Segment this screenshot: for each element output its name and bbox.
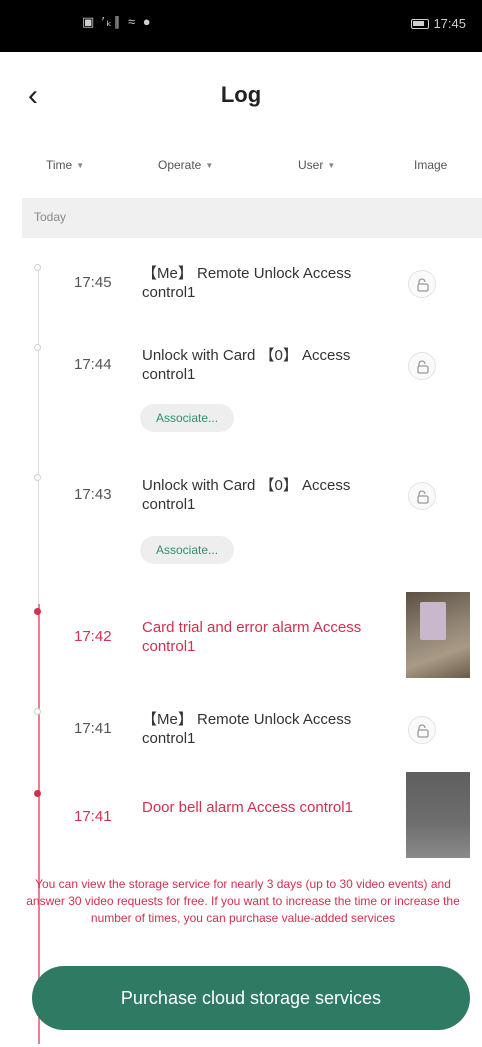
log-text: 【Me】 Remote Unlock Access control1 bbox=[142, 711, 352, 747]
alarm-dot bbox=[34, 608, 41, 615]
filter-bar: Time ▼ Operate ▼ User ▼ Image bbox=[0, 142, 482, 192]
log-item[interactable]: 17:44 Unlock with Card 【0】 Access contro… bbox=[22, 342, 482, 442]
log-time: 17:45 bbox=[74, 274, 112, 291]
filter-user-label: User bbox=[298, 158, 324, 172]
unlock-icon[interactable] bbox=[408, 482, 436, 510]
header: ‹ Log bbox=[0, 52, 482, 142]
associate-button[interactable]: Associate... bbox=[140, 536, 235, 564]
filter-image[interactable]: Image bbox=[414, 158, 447, 172]
status-right: 17:45 bbox=[411, 16, 466, 31]
log-text: 【Me】 Remote Unlock Access control1 bbox=[142, 265, 352, 301]
alarm-snapshot-thumbnail[interactable] bbox=[406, 772, 470, 858]
timeline-dot bbox=[34, 708, 41, 715]
filter-user[interactable]: User ▼ bbox=[298, 158, 335, 172]
storage-notice: You can view the storage service for nea… bbox=[26, 877, 460, 925]
caret-down-icon: ▼ bbox=[205, 160, 214, 170]
timeline-dot bbox=[34, 474, 41, 481]
log-text: Unlock with Card 【0】 Access control1 bbox=[142, 477, 351, 513]
log-item[interactable]: 17:41 【Me】 Remote Unlock Access control1 bbox=[22, 706, 482, 768]
filter-time-label: Time bbox=[46, 158, 73, 172]
log-time: 17:43 bbox=[74, 486, 112, 503]
log-text: Card trial and error alarm Access contro… bbox=[142, 619, 362, 655]
caret-down-icon: ▼ bbox=[76, 160, 85, 170]
unlock-icon[interactable] bbox=[408, 352, 436, 380]
purchase-cloud-storage-button[interactable]: Purchase cloud storage services bbox=[32, 966, 470, 1030]
timeline-dot bbox=[34, 344, 41, 351]
filter-time[interactable]: Time ▼ bbox=[46, 158, 84, 172]
log-item-alarm[interactable]: 17:41 Door bell alarm Access control1 bbox=[22, 770, 482, 860]
log-time: 17:42 bbox=[74, 628, 112, 645]
filter-image-label: Image bbox=[414, 158, 448, 172]
log-item[interactable]: 17:45 【Me】 Remote Unlock Access control1 bbox=[22, 262, 482, 324]
log-time: 17:41 bbox=[74, 720, 112, 737]
alarm-dot bbox=[34, 790, 41, 797]
section-header: Today bbox=[22, 198, 482, 238]
log-item-alarm[interactable]: 17:42 Card trial and error alarm Access … bbox=[22, 592, 482, 684]
filter-operate[interactable]: Operate ▼ bbox=[158, 158, 213, 172]
log-time: 17:41 bbox=[74, 808, 112, 825]
card-image bbox=[420, 602, 446, 640]
timeline-dot bbox=[34, 264, 41, 271]
unlock-icon[interactable] bbox=[408, 270, 436, 298]
filter-operate-label: Operate bbox=[158, 158, 202, 172]
caret-down-icon: ▼ bbox=[327, 160, 336, 170]
status-icons: ▣ ′ₖ∥ ≈ ● bbox=[82, 14, 153, 29]
alarm-snapshot-thumbnail[interactable] bbox=[406, 592, 470, 678]
log-item[interactable]: 17:43 Unlock with Card 【0】 Access contro… bbox=[22, 472, 482, 572]
section-label: Today bbox=[34, 210, 67, 224]
status-time: 17:45 bbox=[433, 16, 466, 31]
unlock-icon[interactable] bbox=[408, 716, 436, 744]
battery-icon bbox=[411, 18, 430, 29]
associate-button[interactable]: Associate... bbox=[140, 404, 235, 432]
log-time: 17:44 bbox=[74, 356, 112, 373]
log-text: Unlock with Card 【0】 Access control1 bbox=[142, 347, 351, 383]
page-title: Log bbox=[220, 82, 262, 107]
status-bar: ▣ ′ₖ∥ ≈ ● 17:45 bbox=[0, 0, 482, 52]
log-text: Door bell alarm Access control1 bbox=[142, 799, 353, 816]
